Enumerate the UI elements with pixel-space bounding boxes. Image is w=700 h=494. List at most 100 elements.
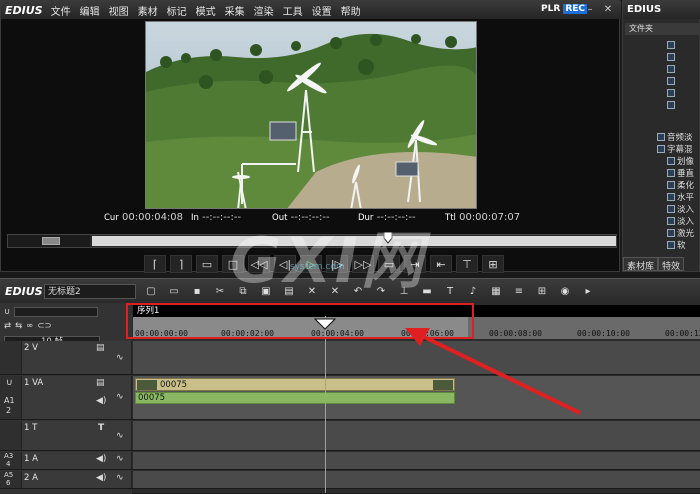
video-mute-icon[interactable]: ▤ bbox=[96, 343, 105, 353]
menu-view[interactable]: 视图 bbox=[109, 3, 129, 18]
track-patch-a3[interactable]: A3 bbox=[4, 452, 13, 460]
menu-file[interactable]: 文件 bbox=[51, 3, 71, 18]
record-button[interactable]: ◉ bbox=[556, 283, 574, 299]
ripple-icon[interactable]: ⇄ bbox=[4, 321, 11, 331]
title-track-icon[interactable]: T bbox=[98, 423, 104, 433]
tab-effects[interactable]: 特效 bbox=[658, 257, 685, 272]
expand-icon[interactable]: ∿ bbox=[116, 473, 124, 483]
bin-item[interactable] bbox=[667, 51, 677, 62]
menu-mode[interactable]: 模式 bbox=[196, 3, 216, 18]
speaker-icon[interactable]: ◀) bbox=[96, 396, 106, 406]
ttl-timecode: Ttl 00:00:07:07 bbox=[445, 212, 521, 223]
mark-out-icon: ⌉ bbox=[178, 257, 184, 271]
link-icon[interactable]: ∞ bbox=[26, 321, 33, 331]
plr-rec-toggle[interactable]: PLR REC bbox=[539, 4, 587, 14]
bin-item[interactable]: 垂直 bbox=[667, 167, 694, 179]
bin-item[interactable]: 划像 bbox=[667, 155, 694, 167]
track-patch-6[interactable]: 6 bbox=[6, 479, 10, 487]
set-clip-button[interactable]: ▭ bbox=[196, 255, 218, 273]
track-1t: 1 T T ∿ bbox=[0, 421, 700, 451]
clip-thumbnail bbox=[137, 380, 157, 390]
menu-settings[interactable]: 设置 bbox=[312, 3, 332, 18]
clip-icon: ▭ bbox=[201, 257, 213, 271]
track-header: ∪ A1 2 1 VA ▤ ◀) ∿ bbox=[0, 376, 132, 419]
track-lane[interactable] bbox=[133, 452, 700, 469]
bin-item[interactable]: 柔化 bbox=[667, 179, 694, 191]
folder-icon bbox=[657, 144, 665, 153]
bin-item[interactable]: 淡入 bbox=[667, 215, 694, 227]
shuttle-track[interactable] bbox=[8, 235, 90, 247]
project-name-field[interactable]: 无标题2 bbox=[44, 283, 136, 299]
mark-out-button[interactable]: ⌉ bbox=[170, 255, 192, 273]
bin-item[interactable]: 水平 bbox=[667, 191, 694, 203]
video-mute-icon[interactable]: ▤ bbox=[96, 378, 105, 388]
speaker-icon[interactable]: ◀) bbox=[96, 454, 106, 464]
bin-item[interactable] bbox=[667, 75, 677, 86]
bin-title: EDIUS bbox=[623, 1, 700, 19]
file-icon bbox=[667, 100, 675, 109]
mark-in-button[interactable]: ⌈ bbox=[144, 255, 166, 273]
bin-item[interactable] bbox=[667, 39, 677, 50]
bin-panel: EDIUS 文件夹 音频淡 字幕混 划像 垂直 柔化 水平 淡入 淡入 激光 软… bbox=[622, 0, 700, 272]
export-button[interactable]: ⊞ bbox=[482, 255, 504, 273]
shuttle-knob[interactable] bbox=[42, 237, 60, 245]
track-side bbox=[0, 421, 22, 450]
file-icon bbox=[667, 40, 675, 49]
menu-edit[interactable]: 编辑 bbox=[80, 3, 100, 18]
menu-marker[interactable]: 标记 bbox=[167, 3, 187, 18]
menu-render[interactable]: 渲染 bbox=[254, 3, 274, 18]
menu-clip[interactable]: 素材 bbox=[138, 3, 158, 18]
cut-button[interactable]: ✂ bbox=[211, 283, 229, 299]
cur-timecode: Cur 00:00:04:08 bbox=[104, 212, 184, 223]
lock-icon[interactable]: ∪ bbox=[6, 378, 13, 388]
bin-item[interactable]: 激光 bbox=[667, 227, 694, 239]
track-patch-a5[interactable]: A5 bbox=[4, 471, 13, 479]
tab-bin[interactable]: 素材库 bbox=[623, 257, 659, 272]
sync-icon[interactable]: ⇆ bbox=[15, 321, 22, 331]
trim-button[interactable]: ⊤ bbox=[456, 255, 478, 273]
title-icon: T bbox=[446, 285, 454, 297]
track-patch-4[interactable]: 4 bbox=[6, 460, 10, 468]
track-side: ∪ A1 2 bbox=[0, 376, 22, 419]
speaker-icon[interactable]: ◀) bbox=[96, 473, 106, 483]
track-lane[interactable] bbox=[133, 421, 700, 450]
expand-icon[interactable]: ∿ bbox=[116, 353, 124, 363]
bin-item[interactable]: 淡入 bbox=[667, 203, 694, 215]
menu-tools[interactable]: 工具 bbox=[283, 3, 303, 18]
save-icon: ▪ bbox=[193, 285, 201, 297]
lock-icon[interactable]: ∪ bbox=[4, 307, 10, 317]
new-sequence-button[interactable]: ▢ bbox=[142, 283, 160, 299]
menu-help[interactable]: 帮助 bbox=[341, 3, 361, 18]
title-button[interactable]: T bbox=[441, 283, 459, 299]
rec-button[interactable]: REC bbox=[563, 4, 587, 14]
menu-capture[interactable]: 采集 bbox=[225, 3, 245, 18]
track-patch-a1[interactable]: A1 bbox=[4, 396, 15, 405]
bin-item[interactable] bbox=[667, 63, 677, 74]
track-side: A5 6 bbox=[0, 471, 22, 488]
timeline-logo: EDIUS bbox=[5, 284, 43, 298]
close-button[interactable]: ✕ bbox=[603, 4, 613, 15]
expand-icon[interactable]: ∿ bbox=[116, 431, 124, 441]
group-icon[interactable]: ⊂⊃ bbox=[37, 321, 51, 331]
overwrite-button[interactable]: ⇤ bbox=[430, 255, 452, 273]
bin-item[interactable] bbox=[667, 99, 677, 110]
expand-icon[interactable]: ∿ bbox=[116, 392, 124, 402]
bin-folder-audio[interactable]: 音频淡 bbox=[657, 131, 693, 143]
zoom-slider[interactable] bbox=[14, 307, 99, 317]
expand-icon[interactable]: ∿ bbox=[116, 454, 124, 464]
bin-folder-title[interactable]: 字幕混 bbox=[657, 143, 693, 155]
color-bar-button[interactable]: ▦ bbox=[487, 283, 505, 299]
timeline-playhead[interactable] bbox=[325, 316, 326, 493]
grid-button[interactable]: ⊞ bbox=[533, 283, 551, 299]
track-patch-2[interactable]: 2 bbox=[6, 406, 11, 415]
more-button[interactable]: ▸ bbox=[579, 283, 597, 299]
mixer-button[interactable]: ≡ bbox=[510, 283, 528, 299]
open-button[interactable]: ▭ bbox=[165, 283, 183, 299]
voiceover-button[interactable]: ♪ bbox=[464, 283, 482, 299]
track-lane[interactable] bbox=[133, 471, 700, 488]
minimize-button[interactable]: – bbox=[585, 4, 595, 15]
plr-button[interactable]: PLR bbox=[539, 4, 562, 14]
save-button[interactable]: ▪ bbox=[188, 283, 206, 299]
bin-item[interactable]: 软 bbox=[667, 239, 686, 251]
bin-item[interactable] bbox=[667, 87, 677, 98]
